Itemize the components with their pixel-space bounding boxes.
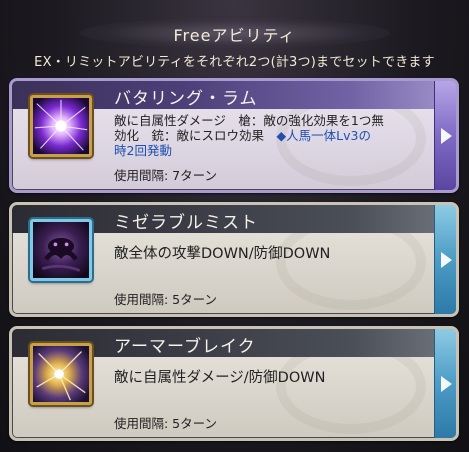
chevron-right-icon xyxy=(441,128,452,144)
ability-card-miserable-mist[interactable]: ミゼラブルミスト 敵全体の攻撃DOWN/防御DOWN 使用間隔: 5ターン xyxy=(9,202,459,317)
header: Freeアビリティ EX・リミットアビリティをそれぞれ2つ(計3つ)までセットで… xyxy=(0,0,469,76)
ability-card-battering-ram[interactable]: バタリング・ラム 敵に自属性ダメージ 槍：敵の強化効果を1つ無 効化 銃：敵にス… xyxy=(9,78,459,193)
ability-interval: 使用間隔: 5ターン xyxy=(114,416,218,431)
ability-name: バタリング・ラム xyxy=(114,89,258,109)
desc-line: 効化 銃：敵にスロウ効果 ◆人馬一体Lv3の xyxy=(114,128,440,143)
ability-card-armor-break[interactable]: アーマーブレイク 敵に自属性ダメージ/防御DOWN 使用間隔: 5ターン xyxy=(9,326,459,441)
chevron-right-icon xyxy=(441,252,452,268)
desc-text: 効化 銃：敵にスロウ効果 xyxy=(114,128,277,143)
ability-detail-arrow-button[interactable] xyxy=(434,329,456,438)
ability-name: ミゼラブルミスト xyxy=(114,213,258,233)
purple-burst-icon xyxy=(30,95,92,157)
ability-interval: 使用間隔: 5ターン xyxy=(114,292,218,307)
armor-break-icon xyxy=(30,343,92,405)
ability-detail-arrow-button[interactable] xyxy=(434,81,456,190)
desc-line-highlight: 時2回発動 xyxy=(114,143,172,158)
page-subtitle: EX・リミットアビリティをそれぞれ2つ(計3つ)までセットできます xyxy=(34,55,435,70)
ability-name: アーマーブレイク xyxy=(114,337,256,357)
dark-mist-icon xyxy=(30,219,92,281)
highlight-text: ◆人馬一体Lv3の xyxy=(276,128,371,143)
chevron-right-icon xyxy=(441,376,452,392)
ability-description: 敵に自属性ダメージ/防御DOWN xyxy=(114,370,326,386)
desc-line: 敵に自属性ダメージ 槍：敵の強化効果を1つ無 xyxy=(114,113,384,128)
page-title: Freeアビリティ xyxy=(173,26,296,45)
ability-description: 敵に自属性ダメージ 槍：敵の強化効果を1つ無 効化 銃：敵にスロウ効果 ◆人馬一… xyxy=(114,113,440,158)
ability-interval: 使用間隔: 7ターン xyxy=(114,168,218,183)
ability-description: 敵全体の攻撃DOWN/防御DOWN xyxy=(114,246,331,262)
ability-detail-arrow-button[interactable] xyxy=(434,205,456,314)
